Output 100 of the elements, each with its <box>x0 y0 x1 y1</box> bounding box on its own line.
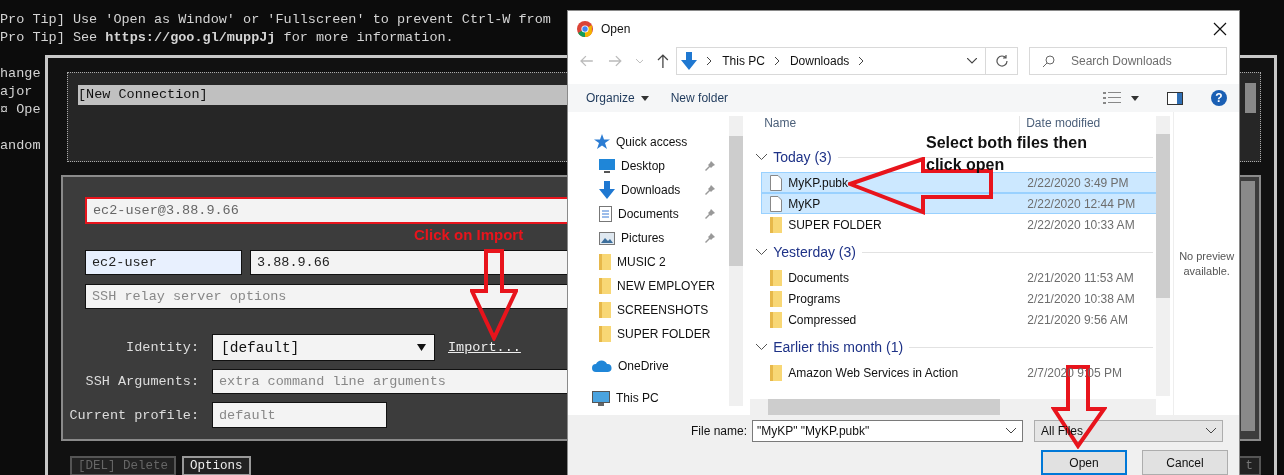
nav-item[interactable]: Pictures <box>568 226 746 250</box>
folder-icon <box>599 278 611 294</box>
nav-item[interactable]: NEW EMPLOYER <box>568 274 746 298</box>
file-row[interactable]: Programs 2/21/2020 10:38 AM <box>761 288 1158 309</box>
download-icon <box>599 181 615 199</box>
file-date: 2/21/2020 11:53 AM <box>1027 270 1134 285</box>
breadcrumb-item[interactable]: This PC <box>722 54 765 68</box>
group-header[interactable]: Yesterday (3) <box>773 244 856 260</box>
file-name: Documents <box>787 270 850 285</box>
group-header[interactable]: Today (3) <box>773 149 832 165</box>
column-header[interactable]: Name <box>748 116 1021 136</box>
folder-icon <box>599 326 611 342</box>
column-header[interactable]: Date modified <box>1020 116 1101 136</box>
folder-icon <box>770 269 783 286</box>
file-name: MyKP <box>787 196 822 211</box>
terminal-line: ajor <box>0 83 33 101</box>
open-button[interactable]: Open <box>1041 450 1127 475</box>
username-field[interactable]: ec2-user <box>85 250 242 275</box>
file-name: Amazon Web Services in Action <box>787 365 960 380</box>
file-date: 2/22/2020 3:49 PM <box>1027 175 1129 190</box>
refresh-button[interactable] <box>986 47 1018 75</box>
preview-message: No preview available. <box>1178 248 1236 279</box>
file-row[interactable]: MyKP.pubk 2/22/2020 3:49 PM <box>761 172 1158 193</box>
chevron-icon[interactable] <box>756 249 768 255</box>
annotation-text: Click on Import <box>414 226 524 243</box>
terminal-line: andom <box>0 137 41 155</box>
import-link[interactable]: Import... <box>448 340 521 355</box>
folder-icon <box>770 290 783 307</box>
chevron-icon[interactable] <box>967 58 978 64</box>
chevron-icon[interactable] <box>756 154 768 160</box>
file-row[interactable]: Compressed 2/21/2020 9:56 AM <box>761 309 1158 330</box>
file-name: Compressed <box>787 312 858 327</box>
cloud-icon <box>592 360 612 372</box>
caret-icon <box>640 95 649 101</box>
chevron-icon <box>1206 428 1216 434</box>
field-label: Current profile: <box>68 407 199 423</box>
dialog-title: Open <box>601 21 631 36</box>
field-label: File name: <box>689 424 748 438</box>
terminal-line: hange <box>0 65 41 83</box>
close-icon[interactable] <box>1213 21 1227 36</box>
nav-item[interactable]: Desktop <box>568 154 746 178</box>
file-date: 2/21/2020 9:56 AM <box>1027 312 1128 327</box>
computer-icon <box>592 390 610 406</box>
folder-icon <box>770 216 783 233</box>
folder-icon <box>770 364 783 381</box>
folder-icon <box>770 311 783 328</box>
nav-item[interactable]: SUPER FOLDER <box>568 322 746 346</box>
chevron-icon[interactable] <box>756 344 768 350</box>
scrollbar[interactable] <box>1156 116 1171 396</box>
scrollbar[interactable] <box>729 116 744 406</box>
address-bar[interactable]: This PC Downloads <box>676 47 987 75</box>
file-name-field[interactable]: "MyKP" "MyKP.pubk" <box>752 420 1023 442</box>
nav-item[interactable]: Downloads <box>568 178 746 202</box>
file-row[interactable]: MyKP 2/22/2020 12:44 PM <box>761 193 1158 214</box>
breadcrumb-item[interactable]: Downloads <box>789 54 850 68</box>
nav-item[interactable]: MUSIC 2 <box>568 250 746 274</box>
separator-icon <box>859 57 865 65</box>
scrollbar[interactable] <box>1241 181 1255 431</box>
caret-icon[interactable] <box>1131 95 1139 101</box>
folder-icon <box>599 254 611 270</box>
file-name: MyKP.pubk <box>787 175 849 190</box>
file-name: Programs <box>787 291 842 306</box>
terminal-line: Pro Tip] See https://goo.gl/muppJj for more information. <box>0 29 454 47</box>
cancel-button[interactable]: Cancel <box>1142 450 1228 475</box>
field-label: Identity: <box>125 340 199 355</box>
identity-select[interactable]: [default] <box>212 334 435 361</box>
scrollbar[interactable] <box>1245 83 1256 113</box>
preview-pane-icon[interactable] <box>1167 91 1183 105</box>
organize-button[interactable]: Organize <box>580 89 655 107</box>
desktop-icon <box>599 159 615 173</box>
file-icon <box>770 174 783 191</box>
new-folder-button[interactable]: New folder <box>664 89 735 107</box>
chevron-icon <box>1006 428 1016 434</box>
nav-item[interactable]: Quick access <box>568 130 746 154</box>
file-name: SUPER FOLDER <box>787 217 883 232</box>
search-field[interactable]: Search Downloads <box>1029 47 1227 75</box>
refresh-icon <box>995 55 1008 67</box>
file-row[interactable]: Documents 2/21/2020 11:53 AM <box>761 267 1158 288</box>
file-date: 2/21/2020 10:38 AM <box>1027 291 1135 306</box>
terminal-line: Pro Tip] Use 'Open as Window' or 'Fullscreen' to prevent Ctrl-W from <box>0 11 551 29</box>
annotation-text: Select both files then click open <box>926 133 1088 175</box>
search-icon <box>1042 54 1055 68</box>
nav-item[interactable]: OneDrive <box>568 354 746 378</box>
nav-item[interactable]: Documents <box>568 202 746 226</box>
file-date: 2/22/2020 10:33 AM <box>1027 217 1135 232</box>
scrollbar[interactable] <box>750 399 1157 415</box>
nav-item[interactable]: This PC <box>568 386 746 410</box>
help-button[interactable]: ? <box>1211 90 1227 106</box>
nav-item[interactable]: SCREENSHOTS <box>568 298 746 322</box>
star-icon <box>594 134 610 150</box>
file-row[interactable]: SUPER FOLDER 2/22/2020 10:33 AM <box>761 214 1158 235</box>
download-icon <box>681 52 698 70</box>
profile-field[interactable]: default <box>212 402 387 428</box>
action-button[interactable]: Options <box>182 456 251 475</box>
picture-icon <box>599 231 615 245</box>
up-icon[interactable] <box>657 54 670 68</box>
folder-icon <box>599 302 611 318</box>
group-header[interactable]: Earlier this month (1) <box>773 339 904 355</box>
view-icon[interactable] <box>1103 92 1121 104</box>
separator-icon <box>707 57 713 65</box>
